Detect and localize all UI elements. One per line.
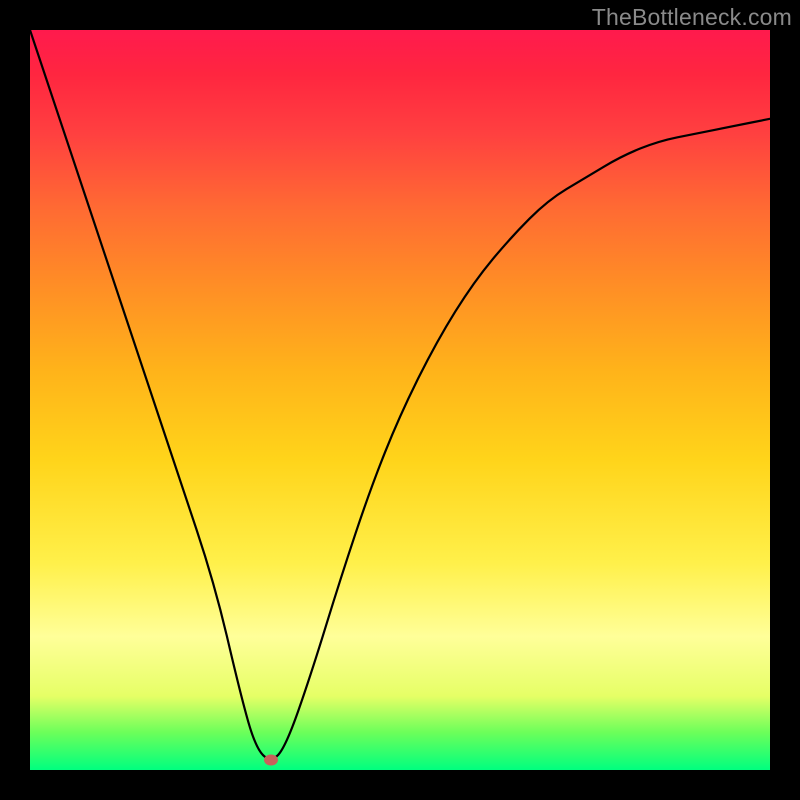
curve-svg bbox=[30, 30, 770, 770]
chart-frame: TheBottleneck.com bbox=[0, 0, 800, 800]
watermark-text: TheBottleneck.com bbox=[592, 4, 792, 31]
plot-area bbox=[30, 30, 770, 770]
optimal-point-marker bbox=[264, 755, 278, 766]
bottleneck-curve bbox=[30, 30, 770, 759]
